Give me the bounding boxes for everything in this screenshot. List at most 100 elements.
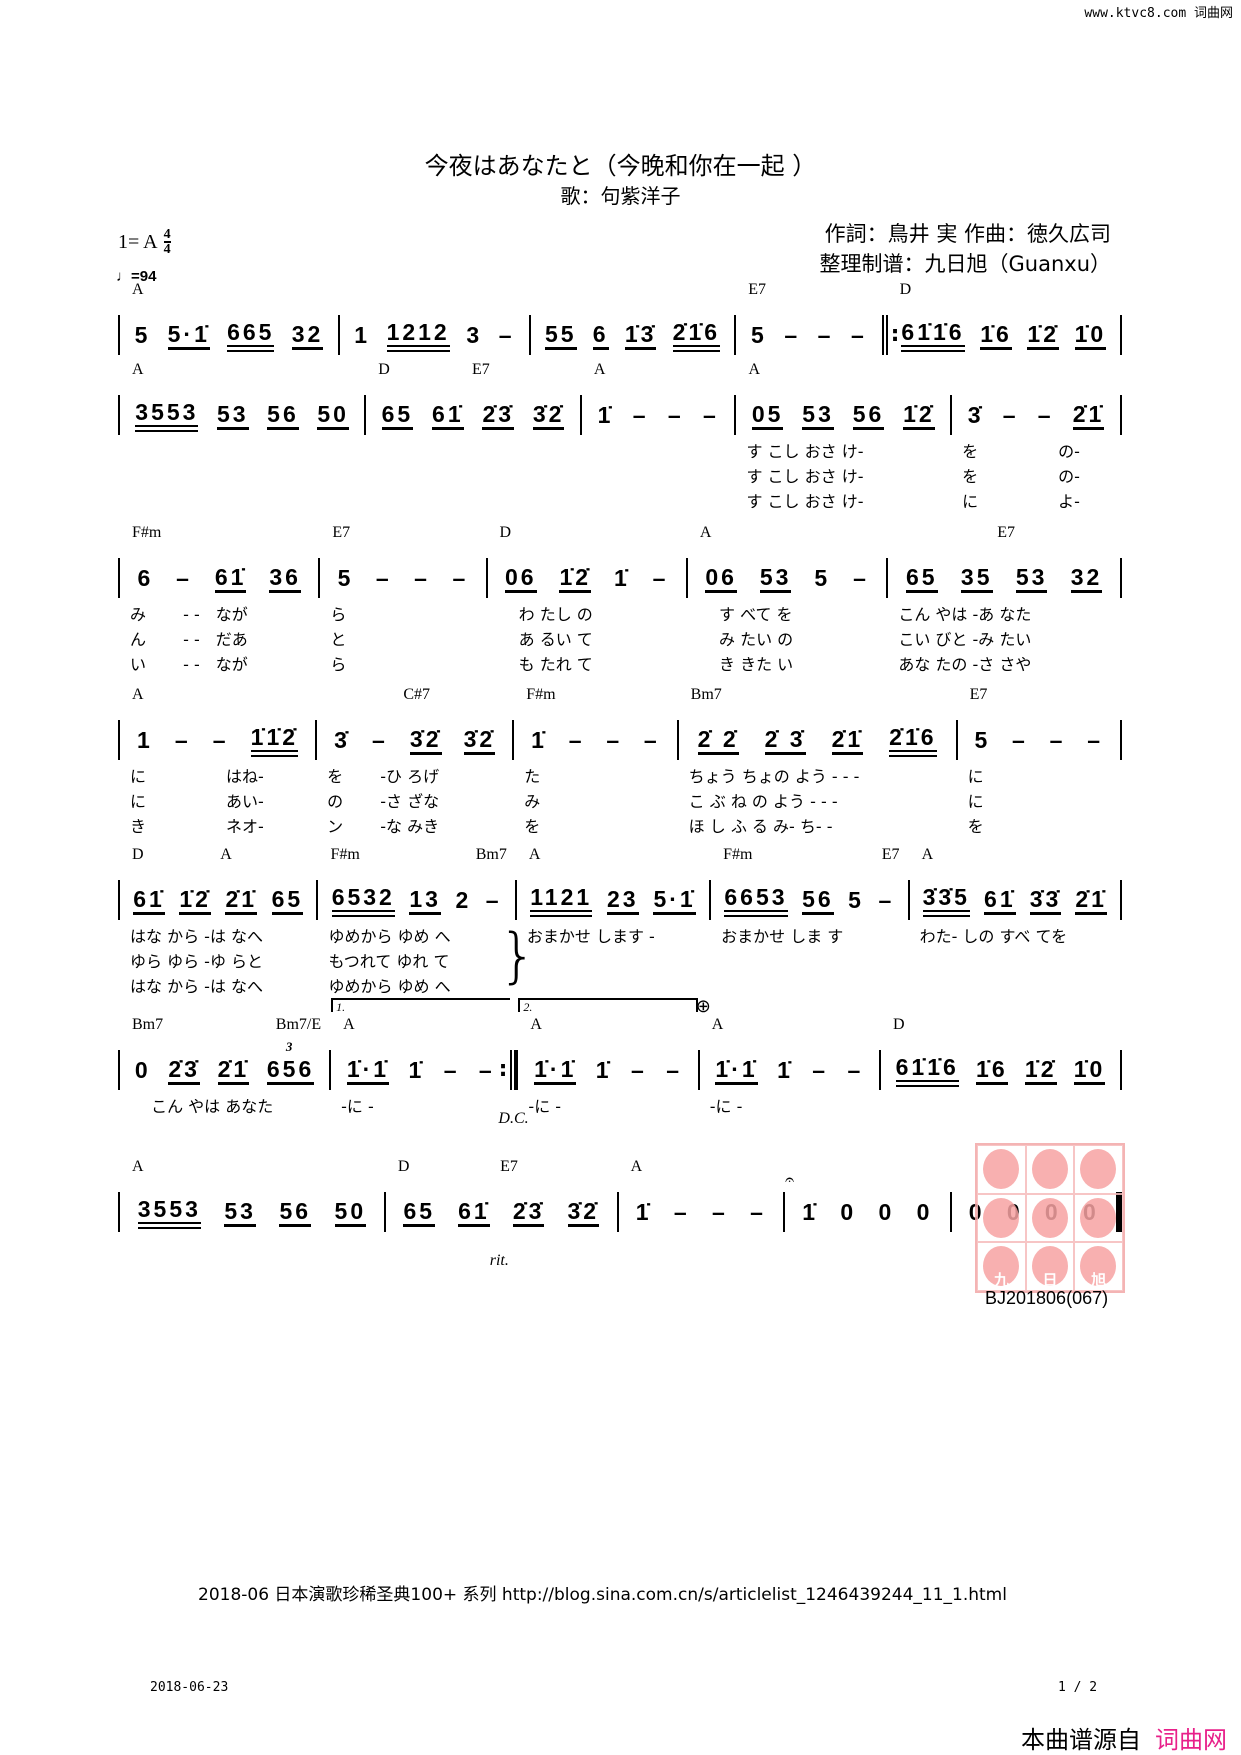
- lyric-line: わ たし の: [497, 605, 593, 624]
- staff-system: A 3553 53 56 50 D E7 65 61̇ 2̇3̇ 3̇2̇ rit. A 1̇ – – –1̇ 0…: [118, 1158, 1122, 1269]
- chord-row: A: [922, 846, 1112, 864]
- stamp-cell: [1074, 1145, 1123, 1194]
- note-group: 61̇: [214, 564, 247, 593]
- lyric-line: あな たの -さ さや: [898, 655, 1032, 674]
- note-group: 1̇2̇: [179, 886, 211, 915]
- measure: A 3553 53 56 50: [118, 1158, 384, 1232]
- lyric-line: ん - - だあ: [130, 630, 248, 649]
- lyric-line: はな から -は なへ: [130, 977, 264, 996]
- lyric-line: はな から -は なへ: [130, 927, 264, 946]
- lyric-line: おまかせ しま す: [721, 927, 844, 946]
- dash-note: –: [847, 1057, 864, 1083]
- chord-row: Bm7 Bm7/E: [132, 1016, 321, 1034]
- chord-row: A: [343, 1016, 502, 1034]
- chord-symbol: A: [630, 1158, 643, 1175]
- measure: E7 65 35 53 32 こん やは -あ なた こい びと -み たい あな たの -さ…: [886, 524, 1123, 674]
- note-group: 0: [134, 1057, 151, 1083]
- lyric-line: ほ し ふ る み- ち- -: [688, 817, 833, 836]
- chord-row: A: [631, 1158, 775, 1176]
- note-group: 3̇2̇: [409, 726, 442, 755]
- stamp-char: 日: [1042, 1271, 1058, 1289]
- note-group: 0: [916, 1199, 933, 1225]
- note-group: 665: [227, 319, 275, 352]
- dash-note: –: [212, 727, 229, 753]
- note-group: 50: [317, 401, 349, 430]
- lyrics-block: ゆめから ゆめ へもつれて ゆれ てゆめから ゆめ へ: [328, 924, 510, 999]
- note-group: 2̇1̇6: [889, 724, 937, 757]
- measure: D 61̇1̇6 1̇6 1̇2̇ 1̇0: [878, 1016, 1122, 1090]
- measure: D 06 1̇2̇ 1̇ – わ たし の あ るい て も たれ て: [485, 524, 686, 674]
- lyric-line: き きた い: [697, 655, 794, 674]
- lyric-line: す こし おさ け-: [746, 492, 864, 511]
- measure: A 5 5·1̇ 665 32: [118, 281, 338, 355]
- note-group: 3̇2̇: [532, 401, 565, 430]
- lyric-line: を: [524, 817, 541, 836]
- dash-note: –: [643, 727, 660, 753]
- lyrics-block: おまかせ します -: [527, 924, 705, 949]
- chord-symbol: A: [528, 846, 541, 863]
- measure: A 1̇·1̇ 1̇ – – -に -1.: [329, 998, 517, 1116]
- measure: C#7 3̇ –3̇2̇ 3̇2̇ を -ひ ろげの -さ ざなン -な みき: [315, 686, 512, 836]
- dash-note: –: [174, 727, 191, 753]
- note-group: 3553: [137, 1196, 201, 1229]
- lyric-line: み たい の: [697, 630, 794, 649]
- lyric-line: ら: [330, 655, 347, 674]
- dash-note: –: [812, 1057, 829, 1083]
- chord-row: A: [748, 361, 942, 379]
- note-group: 56: [279, 1198, 312, 1227]
- lyric-line: もつれて ゆれ て: [328, 952, 450, 971]
- chord-row: A: [132, 281, 330, 299]
- dash-note: –: [1049, 727, 1066, 753]
- chord-symbol: D: [397, 1158, 410, 1175]
- measure: Bm7 2̇ 2̇ 2̇ 3̇ 2̇1̇ 2̇1̇6 ちょう ちょの よう - - - こ …: [676, 686, 956, 836]
- lyric-line: に あい-: [130, 792, 264, 811]
- note-group: 2̇1̇: [831, 726, 864, 755]
- stamp-char: 旭: [1091, 1271, 1107, 1289]
- chord-symbol: Bm7/E: [275, 1016, 322, 1033]
- dash-note: –: [1087, 727, 1104, 753]
- lyrics-block: -に -: [710, 1094, 875, 1119]
- dash-note: –: [632, 402, 649, 428]
- dash-note: –: [652, 565, 669, 591]
- note-group: 50: [334, 1198, 367, 1227]
- note-group: 2: [455, 887, 472, 913]
- lyric-line: -に -: [528, 1097, 562, 1116]
- lyric-line: い - - なが: [130, 655, 248, 674]
- source-credit: 本曲谱源自 词曲网: [1021, 1720, 1227, 1755]
- chord-symbol: E7: [471, 361, 490, 378]
- chord-row: A: [700, 524, 878, 542]
- note-group: 61̇: [133, 886, 165, 915]
- dash-note: –: [1002, 402, 1019, 428]
- dash-note: –: [784, 322, 801, 348]
- note-group: 3̇: [967, 402, 984, 428]
- staff-system: Bm7 Bm7/E 0 2̇3̇ 2̇1̇ 656 3 こん やは あなた A 1̇·1̇ 1̇ –…: [118, 996, 1122, 1127]
- dash-note: –: [878, 887, 895, 913]
- triplet-mark: 3: [285, 1038, 296, 1054]
- lyrics-block: ににを: [968, 764, 1116, 839]
- measure: F#m 1̇ – – – たみを: [512, 686, 676, 836]
- lyric-line: おまかせ します -: [526, 927, 655, 946]
- chord-row: Bm7: [691, 686, 948, 704]
- series-note: 2018-06 日本演歌珍稀圣典100+ 系列 http://blog.sina…: [198, 1585, 1007, 1605]
- note-group: 1̇·1̇: [346, 1056, 390, 1085]
- note-group: 65: [905, 564, 938, 593]
- chord-row: A: [132, 361, 356, 379]
- note-group: 61̇: [432, 401, 464, 430]
- chord-symbol: F#m: [723, 846, 753, 863]
- dash-note: –: [485, 887, 502, 913]
- chord-symbol: A: [711, 1016, 724, 1033]
- chord-row: A: [529, 846, 701, 864]
- chord-symbol: D: [499, 524, 512, 541]
- lyric-line: ちょう ちょの よう - - -: [688, 767, 860, 786]
- lyric-line: ゆら ゆら -ゆ らと: [130, 952, 264, 971]
- note-group: 1̇2̇: [1024, 1056, 1057, 1085]
- source-site: 词曲网: [1155, 1726, 1227, 1754]
- lyric-line: に よ-: [962, 492, 1080, 511]
- coda-sign: ⊕: [695, 996, 711, 1017]
- time-top: 4: [163, 227, 171, 243]
- volta-bracket: 2.: [518, 998, 698, 1014]
- measure: E7 5– – – ににを: [955, 686, 1122, 836]
- composer-credit: 作詞：鳥井 実 作曲：徳久広司: [824, 222, 1111, 246]
- chord-symbol: A: [699, 524, 712, 541]
- measure: E7 5– – –: [734, 281, 881, 355]
